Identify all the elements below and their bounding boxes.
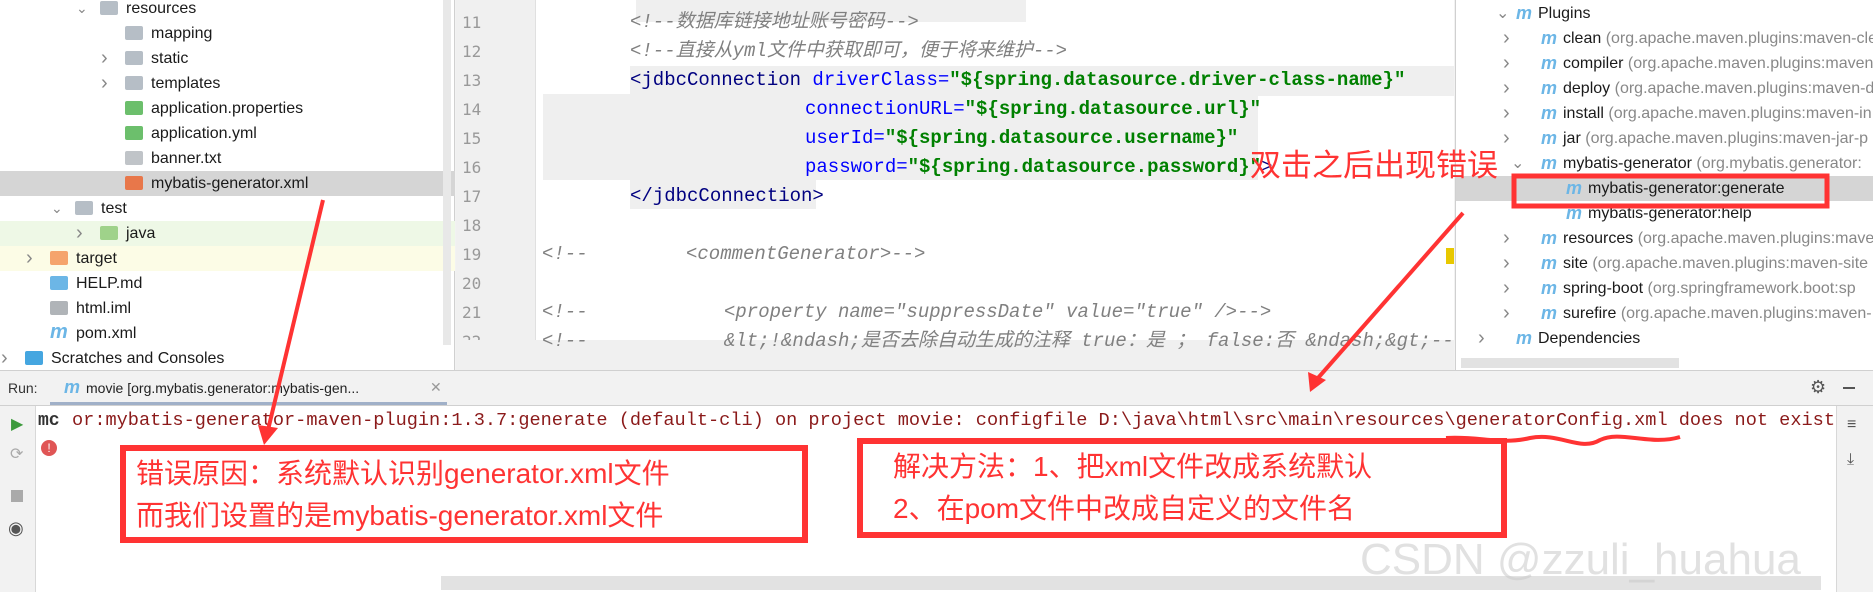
annotation-fix-box: 解决方法：1、把xml文件改成系统默认 2、在pom文件中改成自定义的文件名 [857,438,1507,538]
annotation-reason-box: 错误原因：系统默认识别generator.xml文件 而我们设置的是mybati… [120,445,808,543]
watermark: CSDN @zzuli_huahua [1360,535,1801,584]
arrow-head-error [1308,372,1326,392]
arrow-head-reason [258,425,278,445]
fix-line-2: 2、在pom文件中改成自定义的文件名 [893,493,1356,524]
arrow-to-reason [266,199,325,431]
reason-line-1: 错误原因：系统默认识别generator.xml文件 [136,458,670,489]
generate-highlight-box [1511,173,1830,209]
annotation-double-click: 双击之后出现错误 [1250,148,1498,183]
reason-line-2: 而我们设置的是mybatis-generator.xml文件 [136,500,664,531]
arrow-to-error [1316,211,1465,380]
fix-line-1: 解决方法：1、把xml文件改成系统默认 [893,451,1373,482]
